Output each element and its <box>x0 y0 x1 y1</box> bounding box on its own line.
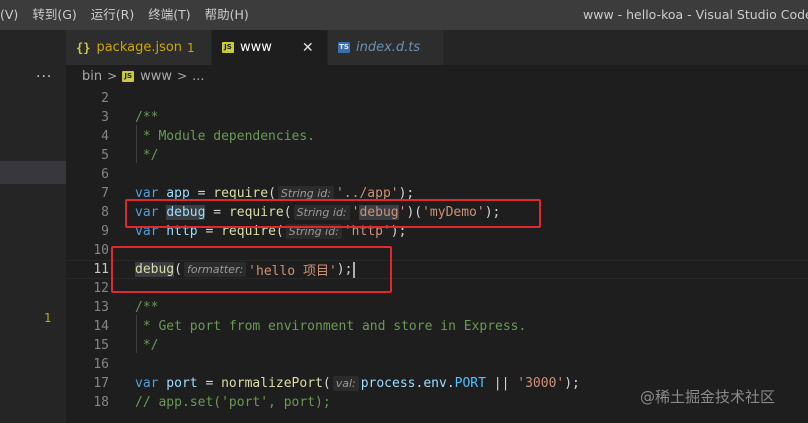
function-name: normalizePort <box>221 376 323 391</box>
line-number: 17 <box>93 376 109 391</box>
line-number: 6 <box>101 167 109 182</box>
line-number: 10 <box>93 243 109 258</box>
menu-terminal[interactable]: 终端(T) <box>141 0 197 30</box>
comment-text: */ <box>135 338 159 353</box>
line-number: 14 <box>93 319 109 334</box>
comment-text: /** <box>135 110 159 125</box>
highlight-box-debug-require <box>125 199 541 228</box>
inlay-hint: val: <box>332 376 359 391</box>
punctuation: . <box>415 376 424 391</box>
line-number: 7 <box>101 186 109 201</box>
punctuation: . <box>446 376 455 391</box>
comment-text: */ <box>135 148 159 163</box>
problem-badge: 1 <box>187 40 195 55</box>
chevron-right-icon: > <box>177 69 188 83</box>
punctuation: ); <box>564 376 580 391</box>
comment-text: // app.set('port', port); <box>135 395 331 410</box>
chevron-right-icon: > <box>107 69 118 83</box>
more-actions-icon[interactable]: ··· <box>36 70 52 84</box>
string-literal: '3000' <box>517 376 565 391</box>
punctuation: ( <box>322 376 331 391</box>
operator: = <box>197 376 222 391</box>
operator: || <box>485 376 518 391</box>
identifier: process <box>360 376 416 391</box>
js-file-icon: JS <box>122 70 135 82</box>
code-line: 4 * Module dependencies. <box>66 127 808 146</box>
watermark: @稀土掘金技术社区 <box>640 388 776 406</box>
comment-text: /** <box>135 300 159 315</box>
keyword: var <box>135 376 159 391</box>
problem-count-marker: 1 <box>44 311 52 325</box>
tab-www[interactable]: JS www ✕ <box>212 30 328 65</box>
line-number: 13 <box>93 300 109 315</box>
menu-bar: (V) 转到(G) 运行(R) 终端(T) 帮助(H) <box>0 0 256 30</box>
line-number: 16 <box>93 357 109 372</box>
window-title: www - hello-koa - Visual Studio Code [管 <box>583 7 808 22</box>
tab-label: package.json <box>96 40 183 55</box>
tab-index-d-ts[interactable]: TS index.d.ts <box>328 30 444 65</box>
close-icon[interactable]: ✕ <box>302 40 314 56</box>
menu-go[interactable]: 转到(G) <box>25 0 83 30</box>
menu-help[interactable]: 帮助(H) <box>198 0 256 30</box>
breadcrumb-folder[interactable]: bin <box>82 69 102 84</box>
code-line: 13 /** <box>66 298 808 317</box>
comment-text: * Get port from environment and store in… <box>135 319 527 334</box>
line-number: 8 <box>101 205 109 220</box>
line-number: 12 <box>93 281 109 296</box>
title-bar: (V) 转到(G) 运行(R) 终端(T) 帮助(H) www - hello-… <box>0 0 808 30</box>
json-file-icon: {} <box>76 40 91 55</box>
code-content: var port = normalizePort(val: process. env… <box>135 374 580 393</box>
sidebar-selected-item[interactable] <box>0 161 66 184</box>
highlight-box-debug-call <box>111 246 392 293</box>
code-line: 15 */ <box>66 336 808 355</box>
line-number: 2 <box>101 91 109 106</box>
code-line: 5 */ <box>66 146 808 165</box>
code-line: 2 <box>66 89 808 108</box>
sidebar: ··· <box>0 30 66 423</box>
js-file-icon: JS <box>222 42 234 53</box>
tab-package-json[interactable]: {} package.json 1 <box>66 30 212 65</box>
code-line: 3 /** <box>66 108 808 127</box>
line-number: 5 <box>101 148 109 163</box>
menu-run[interactable]: 运行(R) <box>84 0 141 30</box>
menu-view[interactable]: (V) <box>0 0 25 30</box>
code-line: 14 * Get port from environment and store… <box>66 317 808 336</box>
line-number: 9 <box>101 224 109 239</box>
ts-file-icon: TS <box>338 42 350 53</box>
breadcrumb-file[interactable]: www <box>140 69 172 84</box>
code-line: 16 <box>66 355 808 374</box>
breadcrumb-symbol[interactable]: ... <box>192 69 204 84</box>
identifier: port <box>158 376 198 391</box>
tab-label: www <box>240 40 272 55</box>
line-number: 3 <box>101 110 109 125</box>
identifier: env <box>423 376 447 391</box>
line-number: 15 <box>93 338 109 353</box>
tab-label: index.d.ts <box>356 40 421 55</box>
code-line: 6 <box>66 165 808 184</box>
comment-text: * Module dependencies. <box>135 129 316 144</box>
constant: PORT <box>454 376 486 391</box>
line-number: 11 <box>93 262 109 277</box>
tab-bar: {} package.json 1 JS www ✕ TS index.d.ts <box>66 30 808 65</box>
line-number: 18 <box>93 395 109 410</box>
breadcrumb: bin > JS www > ... <box>66 65 808 87</box>
line-number: 4 <box>101 129 109 144</box>
